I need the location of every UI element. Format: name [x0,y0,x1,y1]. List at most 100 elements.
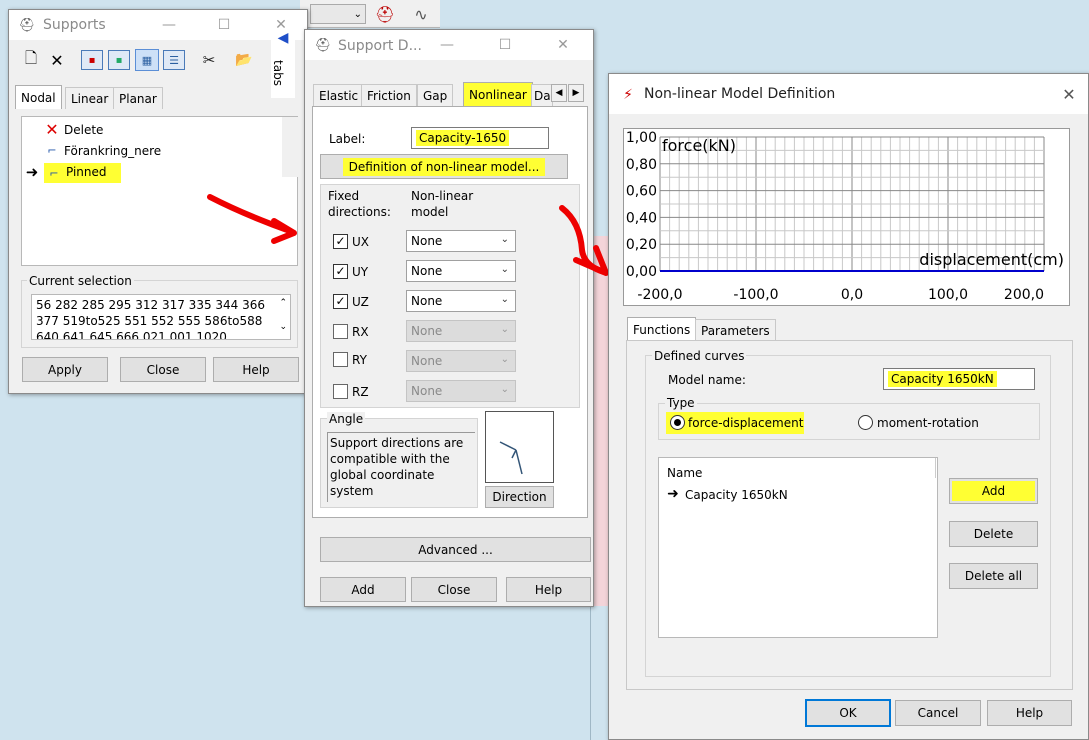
open-folder-icon[interactable]: 📂 [233,50,255,70]
add-curve-button[interactable]: Add [949,478,1038,504]
minimize-icon[interactable]: — [427,30,467,60]
support-icon: ⌐ [44,163,64,183]
close-button[interactable]: Close [120,357,206,382]
y-tick-label: 0,80 [626,157,657,173]
model-name-input[interactable]: Capacity 1650kN [883,368,1035,390]
ux-model-select[interactable]: None ⌄ [406,230,516,252]
window-title: Support D... [338,38,422,54]
uz-checkbox[interactable]: ✓ [333,294,348,309]
y-tick-label: 0,00 [626,264,657,280]
window-title: Non-linear Model Definition [644,86,836,102]
rz-model-select[interactable]: None ⌄ [406,380,516,402]
label-caption: Label: [329,132,366,146]
moment-rotation-radio[interactable]: moment-rotation [855,412,985,434]
tab-damping[interactable]: Da [531,84,553,106]
scroll-up-icon[interactable]: ⌃ [279,295,287,311]
ux-checkbox[interactable]: ✓ [333,234,348,249]
tab-linear[interactable]: Linear [65,87,115,109]
item-label: Delete [64,123,104,137]
tab-scroll-left-icon[interactable]: ◀ [551,84,567,102]
app-icon: ⛑ [18,17,36,33]
current-selection-box[interactable]: 56 282 285 295 312 317 335 344 366 377 5… [31,294,291,340]
maximize-icon[interactable]: ☐ [204,10,244,40]
red-arrow-1 [207,194,297,244]
tab-functions[interactable]: Functions [627,317,697,341]
minimize-icon[interactable]: — [149,10,189,40]
list-view-icon[interactable]: ☰ [163,50,185,70]
tab-planar[interactable]: Planar [113,87,163,109]
add-button[interactable]: Add [320,577,406,602]
x-axis-label: displacement(cm) [919,250,1064,269]
support-def-titlebar: ⛑ Support D... — ☐ ✕ [305,30,593,60]
tab-parameters[interactable]: Parameters [695,319,776,341]
help-button[interactable]: Help [506,577,591,602]
tab-scroll-right-icon[interactable]: ▶ [568,84,584,102]
x-tick-label: -200,0 [637,287,682,303]
scissors-icon[interactable]: ✂ [199,50,219,70]
y-axis-label: force(kN) [662,136,736,155]
advanced-button[interactable]: Advanced ... [320,537,591,562]
chevron-down-icon: ⌄ [500,234,509,245]
support-tool-icon[interactable]: ⛑ [372,2,398,26]
uz-label: UZ [352,295,369,309]
close-button[interactable]: Close [411,577,497,602]
tab-nodal[interactable]: Nodal [15,85,62,109]
apply-button[interactable]: Apply [22,357,108,382]
list-item[interactable]: ➜ Capacity 1650kN [665,486,865,504]
tab-gap[interactable]: Gap [417,84,454,106]
toolbar-dropdown[interactable]: ⌄ [310,4,366,24]
force-displacement-radio[interactable]: force-displacement [666,412,804,434]
tab-elastic[interactable]: Elastic [313,84,365,106]
delete-curve-button[interactable]: Delete [949,521,1038,547]
grid-view-icon[interactable]: ▦ [135,49,159,71]
fixed-caption: Fixed directions: [328,189,391,219]
ok-button[interactable]: OK [805,699,891,727]
rx-label: RX [352,325,369,339]
help-button[interactable]: Help [213,357,299,382]
delete-all-button[interactable]: Delete all [949,563,1038,589]
rx-model-select[interactable]: None ⌄ [406,320,516,342]
uy-checkbox[interactable]: ✓ [333,264,348,279]
radio-selected-icon [670,415,685,430]
curves-list: Name ➜ Capacity 1650kN [658,457,938,638]
ry-model-select[interactable]: None ⌄ [406,350,516,372]
list-header: Name [667,466,703,480]
defined-curves-caption: Defined curves [652,349,747,363]
model-caption: Non-linear model [411,189,474,219]
help-button[interactable]: Help [987,700,1072,726]
uy-model-select[interactable]: None ⌄ [406,260,516,282]
tab-nonlinear[interactable]: Nonlinear [463,82,533,106]
chevron-down-icon: ⌄ [500,264,509,275]
rz-checkbox[interactable] [333,384,348,399]
ry-checkbox[interactable] [333,352,348,367]
arrow-left-icon: ◀ [277,30,289,46]
item-label: Capacity 1650kN [685,488,788,502]
curve-chart: 1,00 0,80 0,60 0,40 0,20 0,00 -200,0 -100,0 0,0 1… [623,128,1070,306]
delete-icon[interactable]: ✕ [47,50,67,70]
maximize-icon[interactable]: ☐ [485,30,525,60]
radio-unselected-icon [858,415,873,430]
direction-button[interactable]: Direction [485,486,554,508]
label-input[interactable]: Capacity-1650 [411,127,549,149]
table-view-icon[interactable]: ▪ [81,50,103,70]
rx-checkbox[interactable] [333,324,348,339]
support-icon: ⌐ [47,143,57,157]
red-x-icon: ✕ [45,119,59,139]
uz-model-select[interactable]: None ⌄ [406,290,516,312]
definition-button[interactable]: Definition of non-linear model... [320,154,568,179]
y-tick-label: 0,60 [626,184,657,200]
scroll-down-icon[interactable]: ⌄ [279,319,287,335]
model-name-caption: Model name: [668,373,746,387]
nonlinear-titlebar: ⚡ Non-linear Model Definition ✕ [609,74,1088,114]
wave-tool-icon[interactable]: ∿ [408,2,434,26]
tab-friction[interactable]: Friction [361,84,417,106]
list-scrollbar[interactable] [282,117,298,177]
side-tab[interactable]: ◀ tabs [271,28,295,98]
table-view-2-icon[interactable]: ▪ [108,50,130,70]
cancel-button[interactable]: Cancel [895,700,981,726]
new-icon[interactable]: 🗋 [21,49,41,70]
close-icon[interactable]: ✕ [1049,74,1089,114]
chevron-down-icon: ⌄ [500,294,509,305]
close-icon[interactable]: ✕ [543,30,583,60]
x-tick-label: 0,0 [841,287,863,303]
